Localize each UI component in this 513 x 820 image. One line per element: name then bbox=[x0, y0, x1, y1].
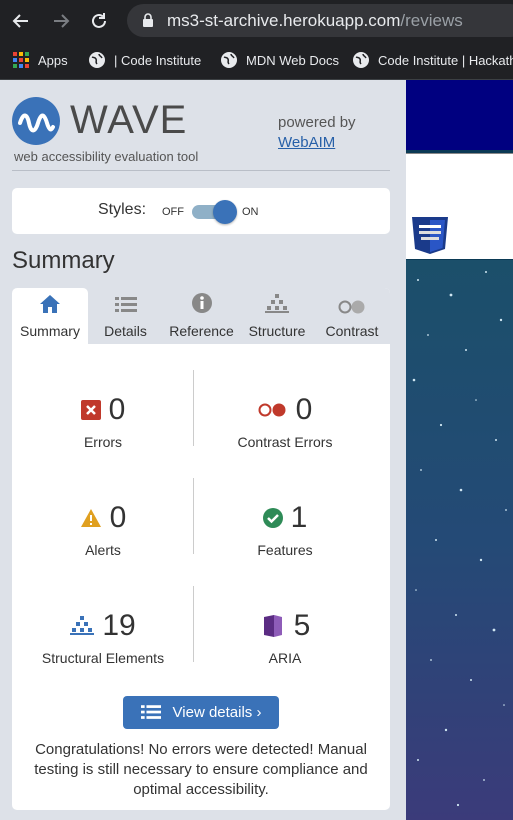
bookmark-hackathon[interactable]: Code Institute | Hackath... bbox=[352, 51, 513, 69]
styles-toggle-box: Styles: OFF ON bbox=[12, 188, 390, 234]
congrats-message: Congratulations! No errors were detected… bbox=[34, 741, 368, 798]
stat-label: Features bbox=[257, 542, 313, 558]
view-details-button[interactable]: View details › bbox=[123, 696, 279, 729]
wave-logo-text: WAVE bbox=[70, 98, 188, 142]
lock-icon bbox=[143, 13, 153, 27]
structure-icon bbox=[70, 616, 95, 635]
view-details-label: View details › bbox=[172, 704, 262, 721]
tab-label: Reference bbox=[169, 323, 234, 339]
stat-count: 1 bbox=[290, 501, 308, 534]
styles-label: Styles: bbox=[98, 201, 147, 218]
stat-count: 0 bbox=[109, 501, 127, 534]
alert-icon bbox=[80, 509, 101, 527]
styles-off-label: OFF bbox=[162, 206, 184, 218]
styles-toggle-knob[interactable] bbox=[213, 200, 237, 224]
tab-reference[interactable]: Reference bbox=[163, 288, 240, 344]
reload-button[interactable] bbox=[84, 6, 114, 36]
bookmarks-bar: Apps | Code Institute MDN Web Docs Code … bbox=[0, 42, 513, 80]
tab-structure[interactable]: Structure bbox=[240, 288, 314, 344]
contrast-icon bbox=[338, 300, 365, 314]
arrow-left-icon bbox=[12, 14, 28, 28]
info-icon bbox=[191, 293, 212, 313]
address-bar[interactable]: ms3-st-archive.herokuapp.com/reviews bbox=[127, 4, 513, 37]
powered-by-text: powered by bbox=[278, 114, 356, 131]
page-header-band bbox=[406, 80, 513, 150]
url-text: ms3-st-archive.herokuapp.com/reviews bbox=[167, 11, 463, 31]
bookmark-label: Code Institute | Hackath... bbox=[378, 52, 513, 68]
summary-panel: Summary Details Reference Structure Cont… bbox=[12, 288, 390, 810]
stat-count: 19 bbox=[102, 609, 136, 642]
stat-structural-elements[interactable]: 19 Structural Elements bbox=[12, 608, 194, 666]
tab-summary[interactable]: Summary bbox=[12, 288, 88, 344]
arrow-right-icon bbox=[54, 14, 70, 28]
stat-label: Alerts bbox=[85, 542, 121, 558]
starfield-background bbox=[406, 260, 513, 820]
list-icon bbox=[140, 704, 161, 721]
contrast-error-icon bbox=[258, 403, 286, 417]
tab-label: Details bbox=[104, 323, 147, 339]
url-host: ms3-st-archive.herokuapp.com bbox=[167, 11, 401, 30]
feature-check-icon bbox=[262, 508, 283, 528]
tab-contrast[interactable]: Contrast bbox=[314, 288, 390, 344]
bookmark-mdn[interactable]: MDN Web Docs bbox=[220, 51, 339, 69]
reload-icon bbox=[92, 13, 106, 28]
error-icon bbox=[80, 400, 101, 420]
wave-tagline: web accessibility evaluation tool bbox=[14, 149, 199, 164]
bookmark-apps[interactable]: Apps bbox=[12, 51, 68, 69]
page-preview bbox=[406, 80, 513, 820]
tab-label: Contrast bbox=[325, 323, 379, 339]
stat-count: 0 bbox=[108, 393, 126, 426]
structure-icon bbox=[265, 294, 289, 313]
tab-label: Structure bbox=[248, 323, 306, 339]
summary-heading: Summary bbox=[12, 247, 115, 274]
wave-sidebar: WAVE web accessibility evaluation tool p… bbox=[0, 80, 406, 820]
apps-grid-icon bbox=[12, 51, 30, 69]
stat-alerts[interactable]: 0 Alerts bbox=[12, 500, 194, 558]
browser-toolbar: ms3-st-archive.herokuapp.com/reviews bbox=[0, 0, 513, 42]
forward-button[interactable] bbox=[46, 6, 76, 36]
css-logo-icon bbox=[412, 217, 448, 254]
home-icon bbox=[40, 295, 60, 313]
wave-logo-icon bbox=[12, 97, 60, 145]
url-path: /reviews bbox=[400, 11, 463, 30]
globe-icon bbox=[352, 51, 370, 69]
stat-label: ARIA bbox=[268, 650, 302, 666]
aria-icon bbox=[263, 615, 282, 637]
bookmark-label: MDN Web Docs bbox=[246, 52, 339, 68]
bookmark-code-institute[interactable]: | Code Institute bbox=[88, 51, 201, 69]
webaim-link[interactable]: WebAIM bbox=[278, 134, 335, 151]
stat-features[interactable]: 1 Features bbox=[194, 500, 376, 558]
styles-on-label: ON bbox=[242, 206, 259, 218]
stat-aria[interactable]: 5 ARIA bbox=[194, 608, 376, 666]
powered-by: powered by WebAIM bbox=[278, 113, 356, 153]
list-icon bbox=[114, 297, 137, 312]
stat-count: 5 bbox=[293, 609, 311, 642]
tab-bar: Summary Details Reference Structure Cont… bbox=[12, 288, 390, 344]
stat-label: Errors bbox=[83, 434, 123, 450]
tab-details[interactable]: Details bbox=[88, 288, 163, 344]
tab-label: Summary bbox=[20, 323, 80, 339]
stat-count: 0 bbox=[295, 393, 313, 426]
stat-label: Contrast Errors bbox=[237, 434, 333, 450]
header-divider bbox=[12, 170, 390, 171]
bookmark-label: | Code Institute bbox=[114, 52, 202, 68]
stat-errors[interactable]: 0 Errors bbox=[12, 392, 194, 450]
stat-contrast-errors[interactable]: 0 Contrast Errors bbox=[194, 392, 376, 450]
stat-label: Structural Elements bbox=[41, 650, 165, 666]
globe-icon bbox=[88, 51, 106, 69]
globe-icon bbox=[220, 51, 238, 69]
bookmark-label: Apps bbox=[38, 52, 68, 68]
back-button[interactable] bbox=[6, 6, 36, 36]
